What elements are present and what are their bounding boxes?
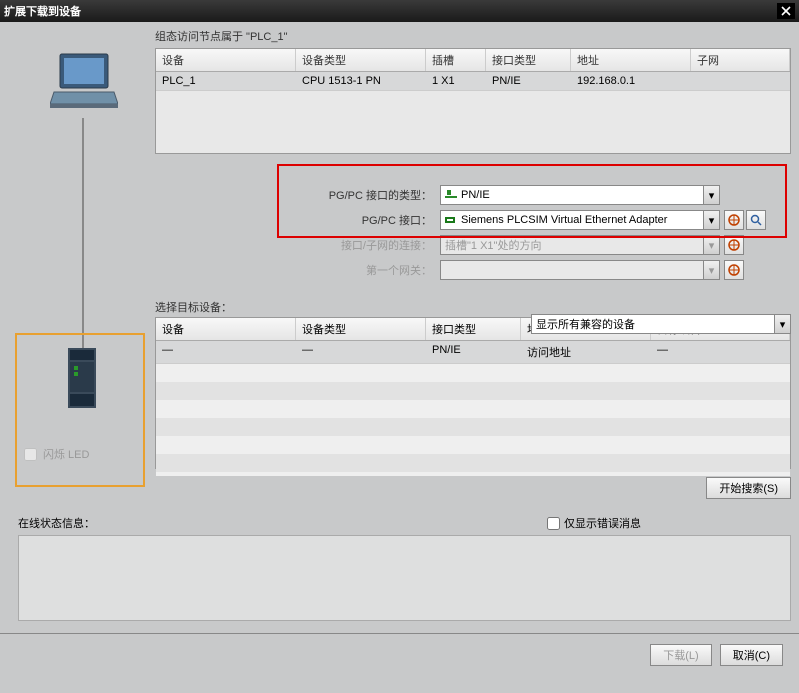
plc-icon: [68, 348, 96, 411]
flash-led-label: 闪烁 LED: [43, 446, 89, 462]
cell-iftype: PN/IE: [486, 72, 571, 90]
col-device: 设备: [156, 49, 296, 71]
chevron-down-icon: ▾: [774, 315, 790, 333]
col-iftype: 接口类型: [426, 318, 521, 340]
magnifier-icon: [750, 214, 762, 226]
start-search-button[interactable]: 开始搜索(S): [706, 477, 791, 499]
cancel-label: 取消(C): [733, 647, 770, 663]
close-button[interactable]: [777, 3, 795, 19]
select-target-label: 选择目标设备：: [155, 299, 799, 315]
globe-icon: [728, 239, 740, 251]
node-section-label: 组态访问节点属于 "PLC_1": [0, 22, 799, 48]
filter-select[interactable]: 显示所有兼容的设备 ▾: [531, 314, 791, 334]
gateway-label: 第一个网关：: [0, 262, 440, 278]
globe-icon: [728, 264, 740, 276]
gateway-properties-button[interactable]: [724, 260, 744, 280]
cell-device: —: [156, 341, 296, 363]
cell-type: CPU 1513-1 PN: [296, 72, 426, 90]
cell-addr: 访问地址: [521, 341, 651, 363]
col-type: 设备类型: [296, 318, 426, 340]
conn-properties-button[interactable]: [724, 235, 744, 255]
table-row[interactable]: — — PN/IE 访问地址 —: [156, 341, 790, 364]
download-label: 下载(L): [663, 647, 698, 663]
close-icon: [781, 6, 791, 16]
only-errors-label: 仅显示错误消息: [564, 515, 641, 531]
col-device: 设备: [156, 318, 296, 340]
chevron-down-icon: ▾: [703, 261, 719, 279]
chevron-down-icon: ▾: [703, 186, 719, 204]
network-icon: [445, 190, 457, 200]
chevron-down-icon: ▾: [703, 236, 719, 254]
search-label: 开始搜索(S): [719, 480, 778, 496]
title-bar: 扩展下载到设备: [0, 0, 799, 22]
window-title: 扩展下载到设备: [4, 3, 777, 19]
iftype-value: PN/IE: [461, 189, 490, 201]
flash-led-row: 闪烁 LED: [24, 446, 89, 462]
col-subnet: 子网: [691, 49, 790, 71]
globe-icon: [728, 214, 740, 226]
adapter-icon: [445, 215, 457, 225]
flash-led-checkbox: [24, 448, 37, 461]
conn-value: 插槽"1 X1"处的方向: [445, 237, 541, 253]
download-button: 下载(L): [650, 644, 711, 666]
col-slot: 插槽: [426, 49, 486, 71]
connection-cable: [82, 118, 84, 348]
cell-type: —: [296, 341, 426, 363]
laptop-icon: [50, 50, 118, 113]
properties-button[interactable]: [724, 210, 744, 230]
chevron-down-icon: ▾: [703, 211, 719, 229]
conn-select: 插槽"1 X1"处的方向 ▾: [440, 235, 720, 255]
only-errors-checkbox[interactable]: [547, 517, 560, 530]
col-type: 设备类型: [296, 49, 426, 71]
cell-target: —: [651, 341, 790, 363]
if-value: Siemens PLCSIM Virtual Ethernet Adapter: [461, 214, 667, 226]
col-addr: 地址: [571, 49, 691, 71]
iftype-label: PG/PC 接口的类型：: [0, 187, 440, 203]
iftype-select[interactable]: PN/IE ▾: [440, 185, 720, 205]
device-table-header: 设备 设备类型 插槽 接口类型 地址 子网: [156, 49, 790, 72]
search-adapter-button[interactable]: [746, 210, 766, 230]
cell-addr: 192.168.0.1: [571, 72, 691, 90]
table-row[interactable]: PLC_1 CPU 1513-1 PN 1 X1 PN/IE 192.168.0…: [156, 72, 790, 91]
table-empty-area: [156, 91, 790, 153]
filter-value: 显示所有兼容的设备: [536, 316, 635, 332]
col-iftype: 接口类型: [486, 49, 571, 71]
cell-slot: 1 X1: [426, 72, 486, 90]
table-empty-area: [156, 364, 790, 476]
device-table: 设备 设备类型 插槽 接口类型 地址 子网 PLC_1 CPU 1513-1 P…: [155, 48, 791, 154]
only-errors-row[interactable]: 仅显示错误消息: [547, 515, 641, 531]
cell-subnet: [691, 72, 790, 90]
cell-iftype: PN/IE: [426, 341, 521, 363]
cell-device: PLC_1: [156, 72, 296, 90]
if-select[interactable]: Siemens PLCSIM Virtual Ethernet Adapter …: [440, 210, 720, 230]
status-list: [18, 535, 791, 621]
cancel-button[interactable]: 取消(C): [720, 644, 783, 666]
conn-label: 接口/子网的连接：: [0, 237, 440, 253]
status-label: 在线状态信息：: [18, 515, 547, 531]
if-label: PG/PC 接口：: [0, 212, 440, 228]
gateway-select: ▾: [440, 260, 720, 280]
target-table: 设备 设备类型 接口类型 地址 目标设备 — — PN/IE 访问地址 —: [155, 317, 791, 469]
